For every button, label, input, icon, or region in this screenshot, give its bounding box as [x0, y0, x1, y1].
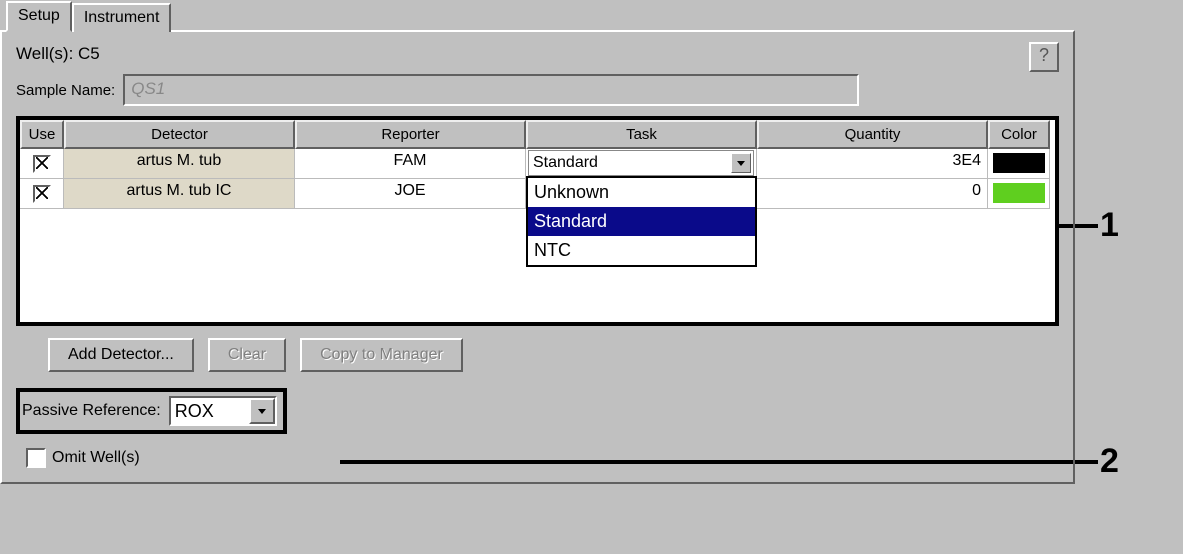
use-cell[interactable]: [20, 179, 64, 209]
sample-name-label: Sample Name:: [16, 82, 115, 99]
passive-reference-label: Passive Reference:: [22, 402, 161, 420]
task-option-standard[interactable]: Standard: [528, 207, 755, 236]
help-button[interactable]: ?: [1029, 42, 1059, 72]
callout-2: 2: [1100, 442, 1119, 481]
col-header-reporter: Reporter: [295, 120, 526, 149]
task-option-unknown[interactable]: Unknown: [528, 178, 755, 207]
omit-wells-row: Omit Well(s): [16, 448, 1059, 468]
tab-strip: Setup Instrument: [0, 0, 1075, 30]
tab-setup[interactable]: Setup: [6, 1, 72, 32]
col-header-color: Color: [988, 120, 1050, 149]
passive-reference-frame: Passive Reference: ROX: [16, 388, 287, 434]
col-header-task: Task: [526, 120, 757, 149]
tab-instrument[interactable]: Instrument: [72, 3, 172, 32]
task-option-ntc[interactable]: NTC: [528, 236, 755, 265]
copy-to-manager-button: Copy to Manager: [300, 338, 463, 372]
passive-reference-value: ROX: [171, 401, 249, 422]
quantity-cell[interactable]: 0: [757, 179, 988, 209]
col-header-use: Use: [20, 120, 64, 149]
col-header-detector: Detector: [64, 120, 295, 149]
task-select[interactable]: Standard: [528, 150, 754, 176]
checkbox-checked-icon[interactable]: [33, 155, 51, 173]
wells-label: Well(s): C5: [16, 44, 100, 64]
clear-button: Clear: [208, 338, 286, 372]
callout-1: 1: [1100, 206, 1119, 245]
checkbox-checked-icon[interactable]: [33, 185, 51, 203]
chevron-down-icon: [258, 409, 266, 414]
task-dropdown-list[interactable]: Unknown Standard NTC: [526, 176, 757, 267]
color-swatch: [993, 183, 1045, 203]
table-row: artus M. tub FAM Standard 3E4: [20, 149, 1055, 179]
detector-cell: artus M. tub IC: [64, 179, 295, 209]
omit-wells-checkbox[interactable]: [26, 448, 46, 468]
setup-panel: Setup Instrument ? Well(s): C5 Sample Na…: [0, 0, 1075, 484]
omit-wells-label: Omit Well(s): [52, 449, 140, 467]
tab-body: ? Well(s): C5 Sample Name: QS1 Use Detec…: [0, 30, 1075, 484]
task-dropdown-button[interactable]: [731, 153, 751, 173]
quantity-cell[interactable]: 3E4: [757, 149, 988, 179]
sample-name-input[interactable]: QS1: [123, 74, 859, 106]
table-header-row: Use Detector Reporter Task Quantity Colo…: [20, 120, 1055, 149]
passive-reference-select[interactable]: ROX: [169, 396, 277, 426]
task-cell[interactable]: Standard: [526, 149, 757, 179]
use-cell[interactable]: [20, 149, 64, 179]
task-select-value: Standard: [533, 154, 598, 172]
color-cell: [988, 149, 1050, 179]
reporter-cell: JOE: [295, 179, 526, 209]
color-swatch: [993, 153, 1045, 173]
detector-cell: artus M. tub: [64, 149, 295, 179]
button-row: Add Detector... Clear Copy to Manager: [16, 338, 1059, 372]
color-cell: [988, 179, 1050, 209]
chevron-down-icon: [737, 161, 745, 166]
reporter-cell: FAM: [295, 149, 526, 179]
detector-table-frame: Use Detector Reporter Task Quantity Colo…: [16, 116, 1059, 326]
col-header-quantity: Quantity: [757, 120, 988, 149]
passive-reference-dropdown-button[interactable]: [249, 398, 275, 424]
add-detector-button[interactable]: Add Detector...: [48, 338, 194, 372]
